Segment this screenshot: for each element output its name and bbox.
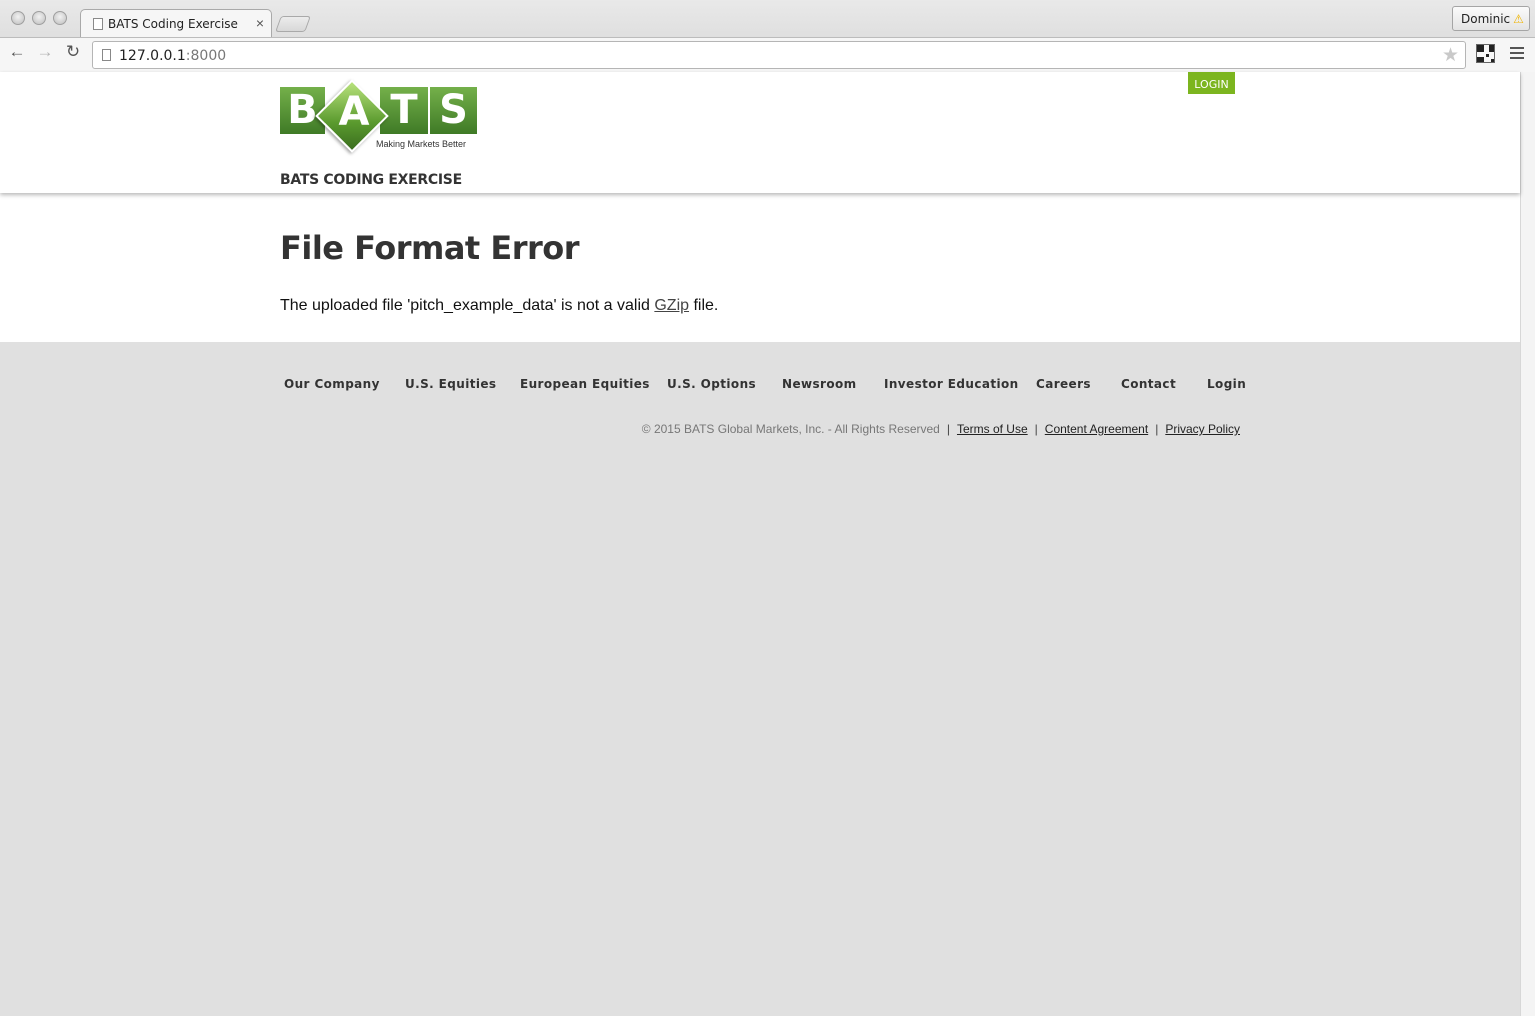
url-text: 127.0.0.1:8000 xyxy=(119,48,226,64)
profile-button[interactable]: Dominic ⚠ xyxy=(1452,6,1530,31)
page-icon xyxy=(102,49,111,61)
address-bar[interactable]: 127.0.0.1:8000 ★ xyxy=(92,41,1466,69)
tab-title: BATS Coding Exercise xyxy=(108,17,238,31)
gzip-link[interactable]: GZip xyxy=(654,297,689,314)
separator: | xyxy=(946,422,950,436)
site-title: BATS CODING EXERCISE xyxy=(280,172,462,188)
copyright-text: © 2015 BATS Global Markets, Inc. - All R… xyxy=(641,422,940,436)
logo-letter: S xyxy=(430,87,477,134)
minimize-window-button[interactable] xyxy=(32,11,46,25)
footer-link-login[interactable]: Login xyxy=(1207,377,1246,391)
footer-link-investor-education[interactable]: Investor Education xyxy=(884,377,1019,391)
back-arrow-icon[interactable]: ← xyxy=(6,42,28,62)
footer-nav: Our Company U.S. Equities European Equit… xyxy=(270,377,1250,397)
page: B T S A Making Markets Better LOGIN BATS… xyxy=(0,72,1520,1016)
separator: | xyxy=(1155,422,1159,436)
page-icon xyxy=(93,18,103,30)
footer-link-newsroom[interactable]: Newsroom xyxy=(782,377,857,391)
separator: | xyxy=(1034,422,1038,436)
browser-toolbar: ← → ↻ 127.0.0.1:8000 ★ xyxy=(0,37,1535,72)
url-host: 127.0.0.1 xyxy=(119,48,186,64)
bookmark-star-icon[interactable]: ★ xyxy=(1442,44,1459,67)
terms-of-use-link[interactable]: Terms of Use xyxy=(957,422,1028,436)
footer-link-european-equities[interactable]: European Equities xyxy=(520,377,650,391)
footer-link-us-options[interactable]: U.S. Options xyxy=(667,377,756,391)
bats-logo[interactable]: B T S A Making Markets Better xyxy=(280,78,477,153)
site-header: B T S A Making Markets Better LOGIN BATS… xyxy=(0,72,1520,193)
error-message: The uploaded file 'pitch_example_data' i… xyxy=(280,297,718,315)
footer-link-our-company[interactable]: Our Company xyxy=(284,377,380,391)
zoom-window-button[interactable] xyxy=(53,11,67,25)
menu-icon[interactable] xyxy=(1510,47,1524,59)
profile-name: Dominic xyxy=(1461,12,1511,26)
footer-link-contact[interactable]: Contact xyxy=(1121,377,1176,391)
tab-close-icon[interactable]: × xyxy=(256,15,264,31)
main-content: File Format Error The uploaded file 'pit… xyxy=(0,193,1520,342)
logo-letter: T xyxy=(380,87,428,134)
footer-link-careers[interactable]: Careers xyxy=(1036,377,1091,391)
warning-icon: ⚠ xyxy=(1513,12,1524,26)
error-message-text: The uploaded file 'pitch_example_data' i… xyxy=(280,297,655,314)
close-window-button[interactable] xyxy=(11,11,25,25)
browser-tab[interactable]: BATS Coding Exercise × xyxy=(80,9,272,37)
qr-code-icon[interactable] xyxy=(1476,44,1495,63)
new-tab-button[interactable] xyxy=(275,16,311,32)
logo-letter: B xyxy=(280,87,325,134)
logo-tagline: Making Markets Better xyxy=(376,139,467,149)
error-message-end: file. xyxy=(689,297,719,314)
browser-chrome: BATS Coding Exercise × Dominic ⚠ ← → ↻ 12… xyxy=(0,0,1535,72)
forward-arrow-icon[interactable]: → xyxy=(34,42,56,62)
page-title: File Format Error xyxy=(280,229,580,267)
footer-legal: © 2015 BATS Global Markets, Inc. - All R… xyxy=(642,422,1240,436)
logo-letter: A xyxy=(338,89,370,135)
footer-link-us-equities[interactable]: U.S. Equities xyxy=(405,377,496,391)
url-port: :8000 xyxy=(185,48,227,64)
vertical-scrollbar[interactable] xyxy=(1520,72,1535,1016)
logo-wordmark: B T S A xyxy=(280,79,477,153)
content-agreement-link[interactable]: Content Agreement xyxy=(1045,422,1148,436)
reload-icon[interactable]: ↻ xyxy=(62,42,84,62)
privacy-policy-link[interactable]: Privacy Policy xyxy=(1165,422,1240,436)
login-button[interactable]: LOGIN xyxy=(1188,72,1235,94)
